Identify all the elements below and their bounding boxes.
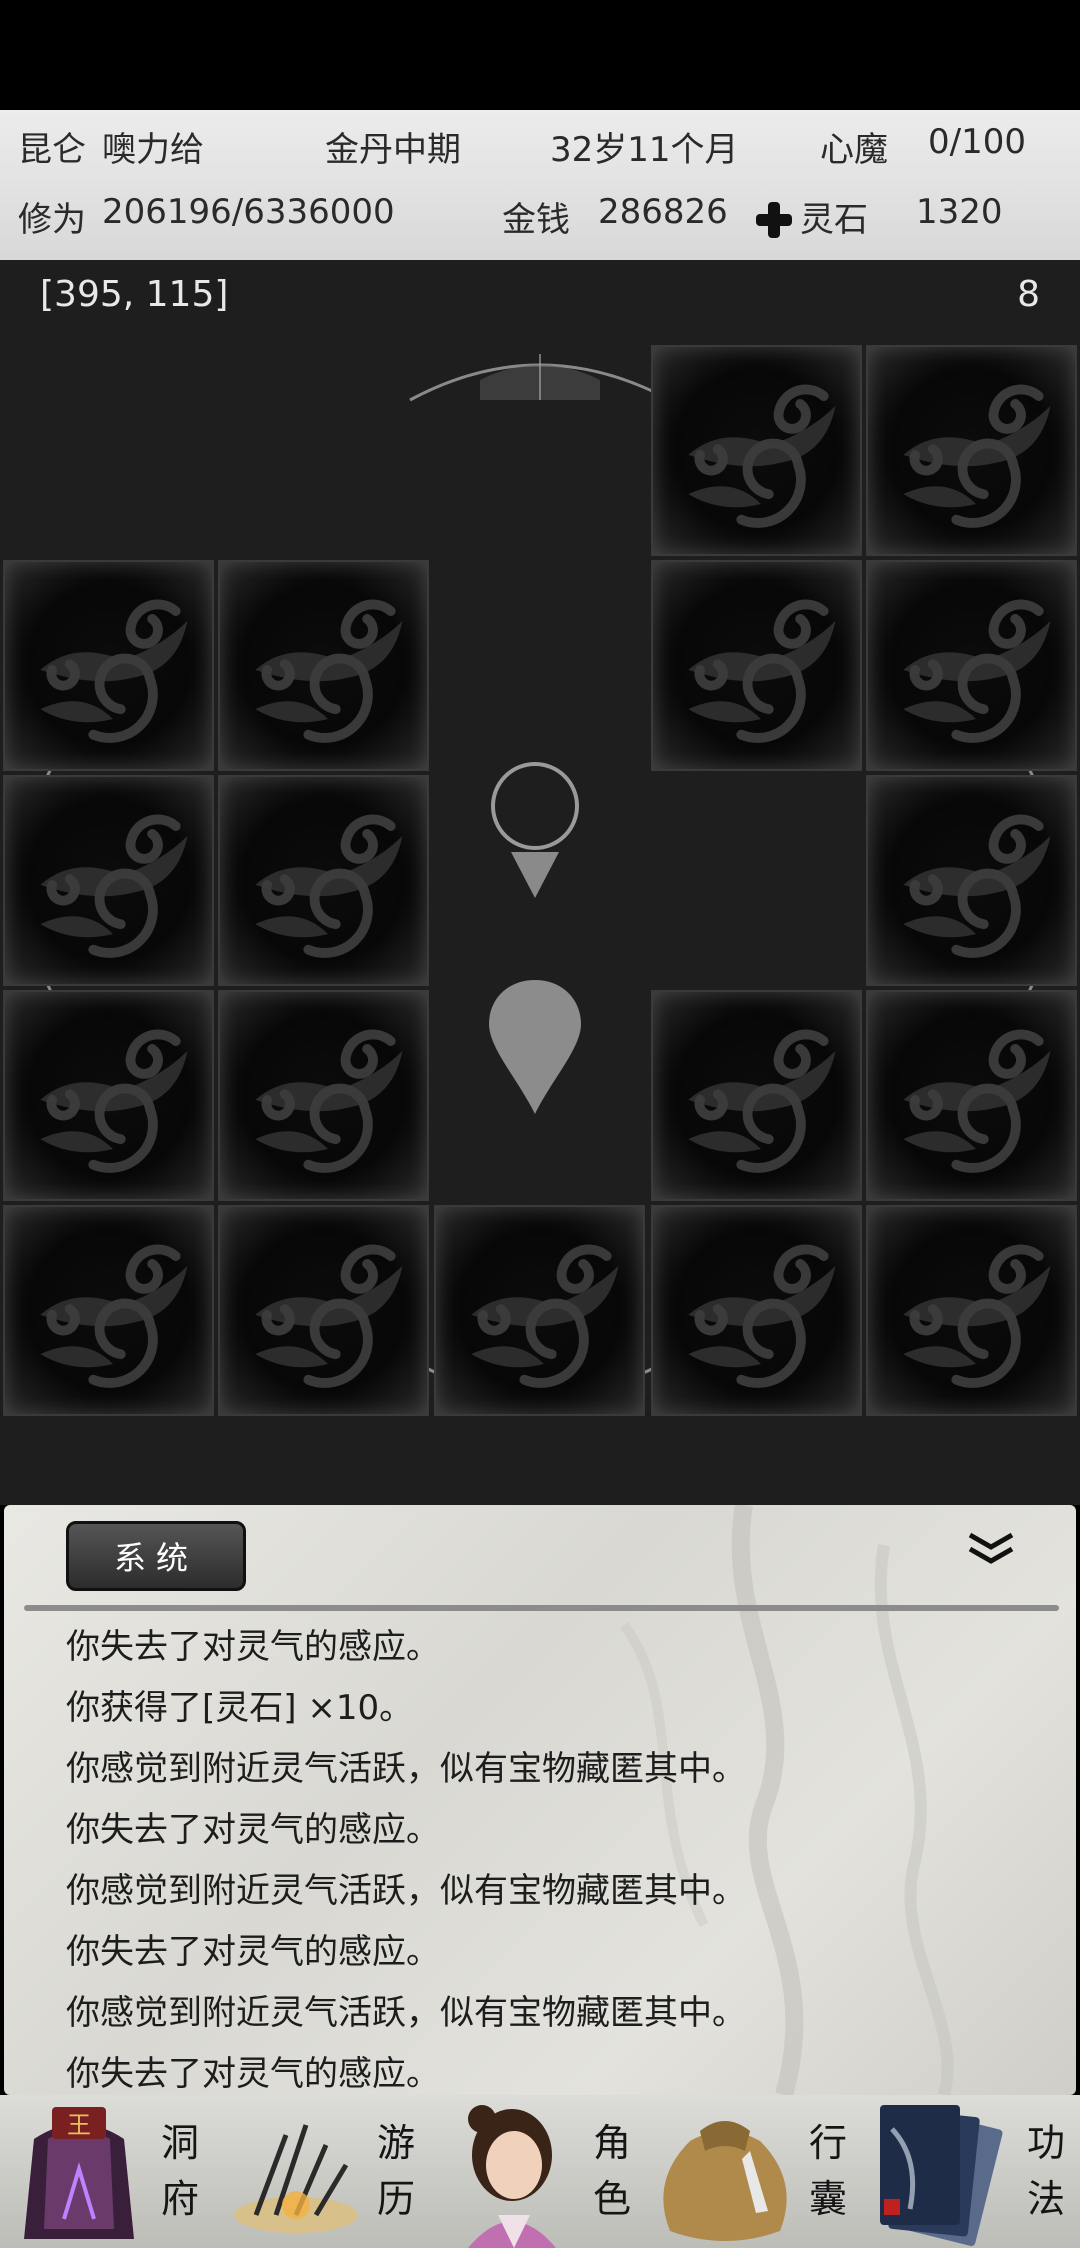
cloud-swirl-icon	[903, 384, 1051, 528]
fog-tile[interactable]	[866, 560, 1077, 771]
fog-tile[interactable]	[218, 990, 429, 1201]
log-divider	[24, 1605, 1059, 1611]
log-message: 你感觉到附近灵气活跃，似有宝物藏匿其中。	[66, 1871, 746, 1911]
skill-book-icon	[880, 2105, 1003, 2247]
money-label: 金钱	[502, 200, 570, 240]
nav-item-cave[interactable]: 王 洞 府	[0, 2095, 216, 2248]
player-name: 噢力给	[102, 130, 204, 170]
log-message: 你获得了[灵石] ×10。	[66, 1688, 414, 1728]
fog-tile[interactable]	[651, 1205, 862, 1416]
map-coordinates: [395, 115]	[40, 274, 229, 315]
fog-tile[interactable]	[651, 345, 862, 556]
exploration-map[interactable]: [395, 115] 8	[0, 260, 1080, 1505]
log-message: 你失去了对灵气的感应。	[66, 1810, 440, 1850]
nav-label-top: 行	[808, 2121, 847, 2165]
nav-label-bottom: 色	[592, 2177, 631, 2221]
cloud-swirl-icon	[903, 599, 1051, 743]
cloud-swirl-icon	[255, 1244, 403, 1388]
log-message: 你失去了对灵气的感应。	[66, 2054, 440, 2094]
fog-tile[interactable]	[218, 1205, 429, 1416]
heart-demon-value: 0/100	[928, 122, 1026, 162]
nav-item-bag[interactable]: 行 囊	[648, 2095, 864, 2248]
fog-tile[interactable]	[434, 1205, 645, 1416]
log-message: 你失去了对灵气的感应。	[66, 1932, 440, 1972]
money-value: 286826	[598, 192, 728, 232]
tab-system[interactable]: 系统	[66, 1521, 246, 1591]
nav-item-skills[interactable]: 功 法	[864, 2095, 1080, 2248]
log-message: 你感觉到附近灵气活跃，似有宝物藏匿其中。	[66, 1749, 746, 1789]
cultivation-value: 206196/6336000	[102, 192, 395, 232]
log-message-list: 你失去了对灵气的感应。 你获得了[灵石] ×10。 你感觉到附近灵气活跃，似有宝…	[66, 1617, 746, 2095]
cloud-swirl-icon	[688, 1029, 836, 1173]
nav-label-bottom: 历	[376, 2177, 415, 2221]
svg-text:王: 王	[67, 2111, 91, 2139]
spirit-stone-value: 1320	[916, 192, 1003, 232]
travel-icon	[234, 2124, 358, 2233]
collapse-chevron-icon[interactable]	[966, 1529, 1016, 1569]
cloud-swirl-icon	[40, 1029, 188, 1173]
realm-label: 金丹中期	[325, 130, 461, 170]
sect-name: 昆仑	[18, 130, 86, 170]
move-up-arc[interactable]	[400, 340, 680, 410]
nav-label-bottom: 法	[1026, 2177, 1065, 2221]
fog-tile[interactable]	[651, 990, 862, 1201]
nav-item-character[interactable]: 角 色	[432, 2095, 648, 2248]
cloud-swirl-icon	[255, 1029, 403, 1173]
fog-tile[interactable]	[3, 775, 214, 986]
fog-tile[interactable]	[866, 990, 1077, 1201]
age-label: 32岁11个月	[550, 130, 739, 170]
nav-label-top: 功	[1026, 2121, 1065, 2165]
spirit-stone-label: 灵石	[800, 200, 868, 240]
nav-item-travel[interactable]: 游 历	[216, 2095, 432, 2248]
nav-label-top: 游	[376, 2121, 415, 2165]
cloud-swirl-icon	[903, 814, 1051, 958]
cloud-swirl-icon	[40, 599, 188, 743]
cloud-swirl-icon	[688, 1244, 836, 1388]
cloud-swirl-icon	[688, 599, 836, 743]
status-panel: 昆仑 噢力给 金丹中期 32岁11个月 心魔 0/100 修为 206196/6…	[0, 110, 1080, 260]
heart-demon-label: 心魔	[820, 130, 888, 170]
nav-label-bottom: 囊	[808, 2177, 847, 2221]
cloud-swirl-icon	[40, 814, 188, 958]
cloud-swirl-icon	[40, 1244, 188, 1388]
fog-tile[interactable]	[3, 1205, 214, 1416]
fog-tile[interactable]	[866, 1205, 1077, 1416]
location-pin-outline-icon[interactable]	[487, 762, 583, 902]
bag-icon	[663, 2121, 787, 2241]
step-counter: 8	[1017, 274, 1040, 315]
cultivation-label: 修为	[18, 200, 86, 240]
fog-tile[interactable]	[866, 345, 1077, 556]
cloud-swirl-icon	[255, 814, 403, 958]
nav-label-bottom: 府	[160, 2177, 199, 2221]
spirit-stone-icon	[754, 200, 794, 240]
top-black-bar	[0, 0, 1080, 110]
fog-tile[interactable]	[3, 560, 214, 771]
player-marker-icon	[489, 980, 581, 1114]
cave-icon: 王	[24, 2107, 134, 2239]
fog-tile[interactable]	[866, 775, 1077, 986]
cloud-swirl-icon	[903, 1244, 1051, 1388]
fog-tile[interactable]	[3, 990, 214, 1201]
message-log-panel: 系统 你失去了对灵气的感应。 你获得了[灵石] ×10。 你感觉到附近灵气活跃，…	[4, 1505, 1076, 2095]
cloud-swirl-icon	[471, 1244, 619, 1388]
bottom-navigation: 王 洞 府 游 历 角 色 行 囊 功 法	[0, 2095, 1080, 2248]
character-icon	[468, 2105, 556, 2248]
cloud-swirl-icon	[688, 384, 836, 528]
fog-tile[interactable]	[218, 775, 429, 986]
log-message: 你感觉到附近灵气活跃，似有宝物藏匿其中。	[66, 1993, 746, 2033]
nav-label-top: 角	[592, 2121, 631, 2165]
log-message: 你失去了对灵气的感应。	[66, 1627, 440, 1667]
cloud-swirl-icon	[255, 599, 403, 743]
cloud-swirl-icon	[903, 1029, 1051, 1173]
fog-tile[interactable]	[218, 560, 429, 771]
fog-tile[interactable]	[651, 560, 862, 771]
nav-label-top: 洞	[160, 2121, 199, 2165]
